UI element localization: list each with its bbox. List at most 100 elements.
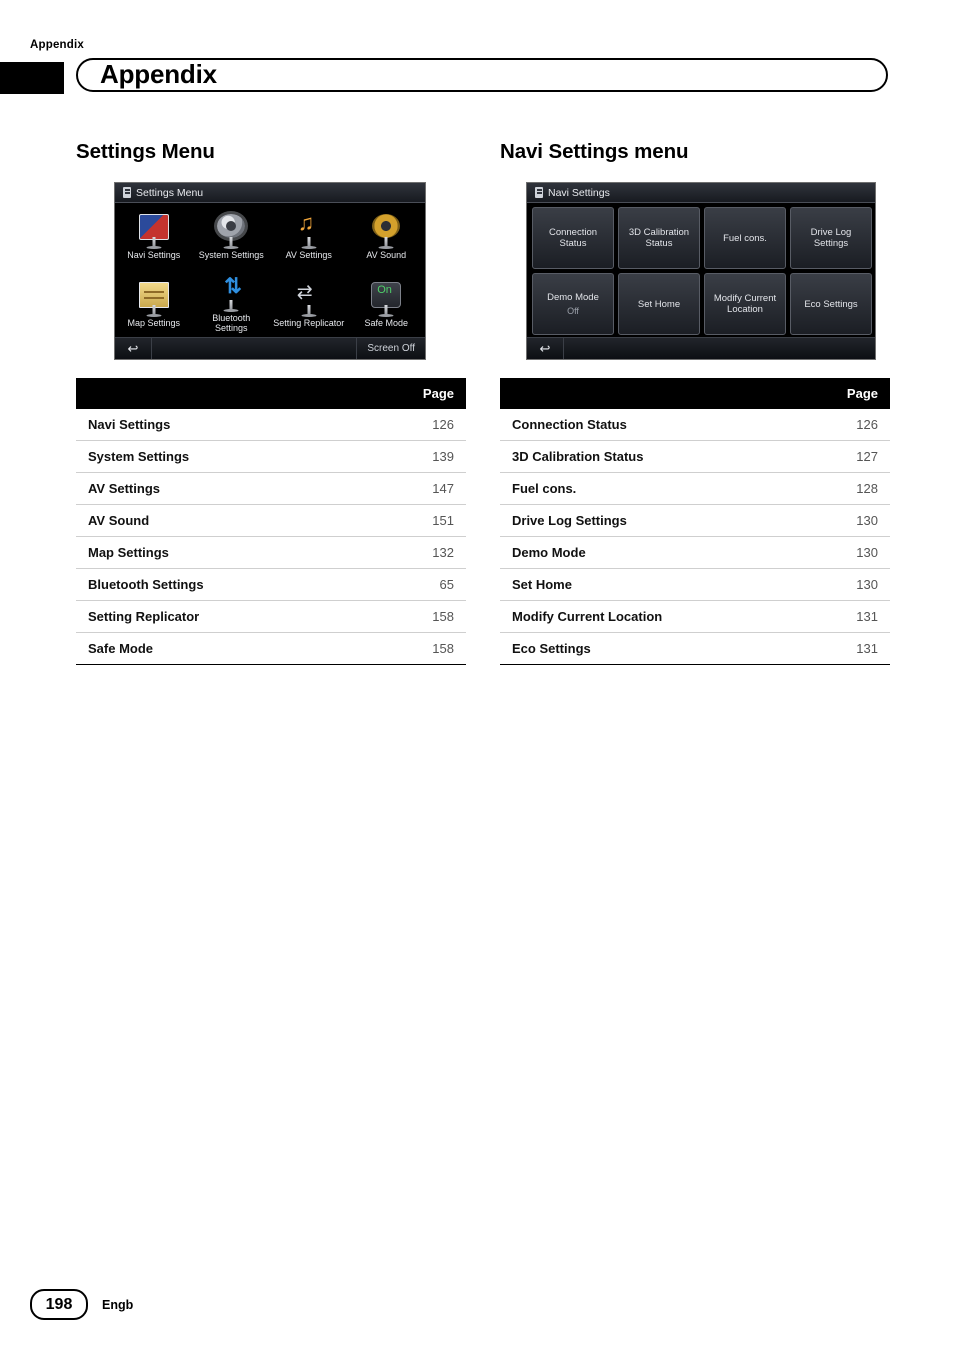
device-button-fuel-cons[interactable]: Fuel cons.	[704, 207, 786, 269]
row-page: 65	[350, 568, 466, 601]
device-item-setting-replicator[interactable]: Setting Replicator	[270, 271, 348, 339]
row-page: 131	[774, 600, 890, 633]
device-item-label: Bluetooth Settings	[212, 313, 251, 333]
table-row: 3D Calibration Status 127	[500, 440, 890, 473]
device-button-sublabel: Off	[567, 305, 579, 316]
table-row: AV Sound 151	[76, 504, 466, 537]
row-name: 3D Calibration Status	[500, 440, 774, 473]
device-item-label: Setting Replicator	[273, 318, 345, 328]
row-page: 132	[350, 536, 466, 569]
table-row: Navi Settings 126	[76, 409, 466, 441]
table-row: Modify Current Location 131	[500, 600, 890, 633]
map-icon	[135, 282, 173, 317]
row-page: 130	[774, 504, 890, 537]
table-row: Bluetooth Settings 65	[76, 568, 466, 601]
page-footer: 198 Engb	[30, 1289, 133, 1320]
row-name: Modify Current Location	[500, 600, 774, 633]
device-button-label: Connection Status	[548, 227, 598, 249]
device-button-label: Drive Log Settings	[810, 227, 852, 249]
left-column: Settings Menu Settings Menu Navi Setting…	[76, 140, 466, 665]
device-button-3d-calibration-status[interactable]: 3D Calibration Status	[618, 207, 700, 269]
table-row: System Settings 139	[76, 440, 466, 473]
row-page: 147	[350, 472, 466, 505]
device-item-label: System Settings	[198, 250, 264, 260]
device-button-label: Fuel cons.	[723, 232, 767, 244]
row-name: Connection Status	[500, 409, 774, 441]
flag-icon	[135, 214, 173, 249]
device-button-label: Demo Mode	[547, 291, 599, 303]
table-row: Safe Mode 158	[76, 632, 466, 665]
row-page: 151	[350, 504, 466, 537]
device-bottombar: ↩	[527, 337, 875, 359]
row-name: Drive Log Settings	[500, 504, 774, 537]
device-button-connection-status[interactable]: Connection Status	[532, 207, 614, 269]
row-page: 130	[774, 536, 890, 569]
row-name: Demo Mode	[500, 536, 774, 569]
table-row: Fuel cons. 128	[500, 472, 890, 505]
table-row: Connection Status 126	[500, 409, 890, 441]
table-row: Eco Settings 131	[500, 632, 890, 665]
row-page: 158	[350, 600, 466, 633]
device-item-label: Navi Settings	[127, 250, 181, 260]
back-icon[interactable]: ↩	[527, 338, 564, 359]
page-header: Appendix Appendix	[0, 36, 954, 96]
row-name: Eco Settings	[500, 632, 774, 665]
page-title: Appendix	[100, 59, 217, 89]
header-black-tab	[0, 62, 64, 94]
device-item-av-settings[interactable]: AV Settings	[270, 203, 348, 271]
row-page: 130	[774, 568, 890, 601]
device-button-drive-log-settings[interactable]: Drive Log Settings	[790, 207, 872, 269]
table-row: Set Home 130	[500, 568, 890, 601]
device-item-av-sound[interactable]: AV Sound	[348, 203, 426, 271]
device-bottombar: ↩ Screen Off	[115, 337, 425, 359]
row-name: Set Home	[500, 568, 774, 601]
device-button-set-home[interactable]: Set Home	[618, 273, 700, 335]
device-button-modify-current-location[interactable]: Modify Current Location	[704, 273, 786, 335]
back-icon[interactable]: ↩	[115, 338, 152, 359]
settings-menu-table: Page Navi Settings 126 System Settings 1…	[76, 378, 466, 665]
device-item-label: Safe Mode	[364, 318, 409, 328]
device-item-navi-settings[interactable]: Navi Settings	[115, 203, 193, 271]
row-page: 131	[774, 632, 890, 665]
device-item-bluetooth-settings[interactable]: Bluetooth Settings	[193, 271, 271, 339]
table-row: Map Settings 132	[76, 536, 466, 569]
row-name: Navi Settings	[76, 409, 350, 441]
device-item-map-settings[interactable]: Map Settings	[115, 271, 193, 339]
row-name: AV Settings	[76, 472, 350, 505]
device-button-label: Eco Settings	[804, 298, 858, 310]
table-header-page: Page	[774, 378, 890, 409]
table-row: AV Settings 147	[76, 472, 466, 505]
device-item-safe-mode[interactable]: Safe Mode	[348, 271, 426, 339]
replicator-icon	[290, 281, 328, 317]
screen-off-button[interactable]: Screen Off	[356, 338, 425, 359]
on-switch-icon	[367, 282, 405, 317]
speaker-icon	[367, 214, 405, 249]
device-button-label: Set Home	[637, 298, 681, 310]
device-item-label: Map Settings	[127, 318, 181, 328]
table-header-name	[500, 378, 774, 409]
right-section-title-part2: menu	[634, 140, 689, 163]
device-title-icon	[535, 187, 543, 198]
device-button-eco-settings[interactable]: Eco Settings	[790, 273, 872, 335]
table-header-row: Page	[76, 378, 466, 409]
settings-menu-screenshot: Settings Menu Navi Settings System Setti…	[114, 182, 426, 360]
page-number: 198	[30, 1289, 88, 1320]
table-header-page: Page	[350, 378, 466, 409]
device-button-demo-mode[interactable]: Demo Mode Off	[532, 273, 614, 335]
row-name: Setting Replicator	[76, 600, 350, 633]
row-name: Safe Mode	[76, 632, 350, 665]
music-note-icon	[290, 210, 328, 249]
gear-icon	[212, 214, 250, 249]
device-item-label: AV Settings	[285, 250, 332, 260]
row-page: 127	[774, 440, 890, 473]
row-name: System Settings	[76, 440, 350, 473]
settings-icon-grid: Navi Settings System Settings AV Setting…	[115, 203, 425, 339]
row-name: AV Sound	[76, 504, 350, 537]
device-titlebar: Navi Settings	[527, 183, 875, 203]
row-name: Map Settings	[76, 536, 350, 569]
table-row: Drive Log Settings 130	[500, 504, 890, 537]
device-item-system-settings[interactable]: System Settings	[193, 203, 271, 271]
row-page: 128	[774, 472, 890, 505]
device-title-icon	[123, 187, 131, 198]
device-title-text: Settings Menu	[136, 186, 204, 199]
